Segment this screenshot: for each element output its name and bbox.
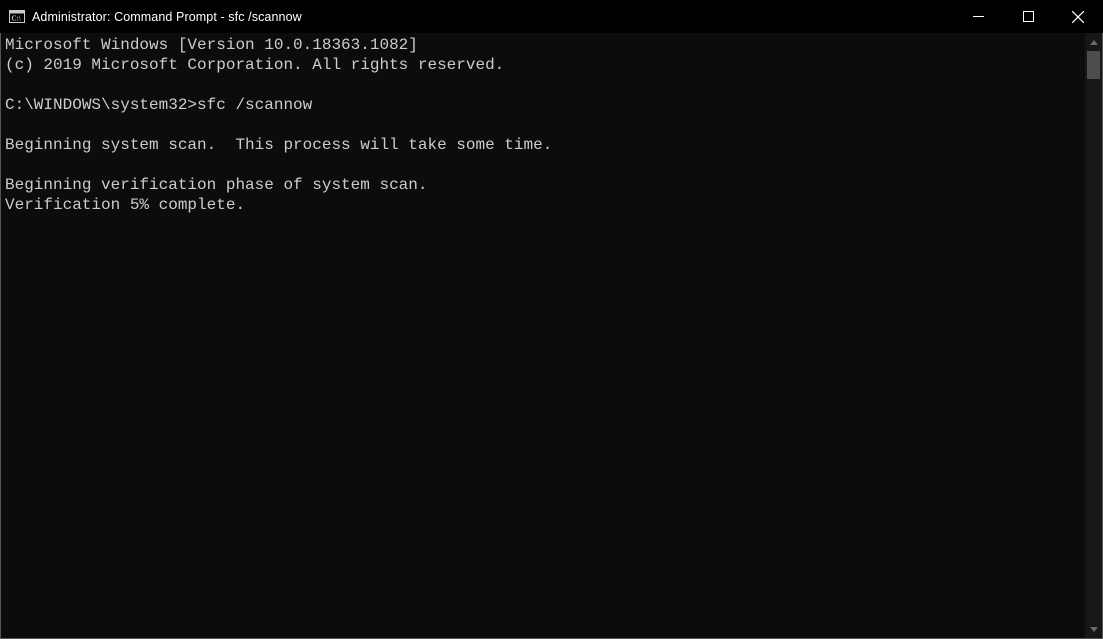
terminal-line [5,155,1085,175]
terminal-line: Microsoft Windows [Version 10.0.18363.10… [5,35,1085,55]
terminal-output[interactable]: Microsoft Windows [Version 10.0.18363.10… [0,33,1085,639]
titlebar[interactable]: C:\ Administrator: Command Prompt - sfc … [0,0,1103,33]
terminal-line: Verification 5% complete. [5,195,1085,215]
cmd-icon: C:\ [9,10,25,23]
scrollbar[interactable] [1085,33,1103,639]
scroll-thumb[interactable] [1087,51,1100,79]
scroll-down-arrow[interactable] [1085,620,1102,638]
scroll-up-arrow[interactable] [1085,33,1102,51]
close-button[interactable] [1053,0,1103,33]
minimize-button[interactable] [953,0,1003,33]
window-controls [953,0,1103,33]
terminal-line: Beginning verification phase of system s… [5,175,1085,195]
terminal-line [5,75,1085,95]
svg-text:C:\: C:\ [12,15,22,23]
terminal-line: (c) 2019 Microsoft Corporation. All righ… [5,55,1085,75]
terminal-line: Beginning system scan. This process will… [5,135,1085,155]
terminal-line: C:\WINDOWS\system32>sfc /scannow [5,95,1085,115]
terminal-line [5,115,1085,135]
maximize-button[interactable] [1003,0,1053,33]
window-title: Administrator: Command Prompt - sfc /sca… [32,10,953,24]
